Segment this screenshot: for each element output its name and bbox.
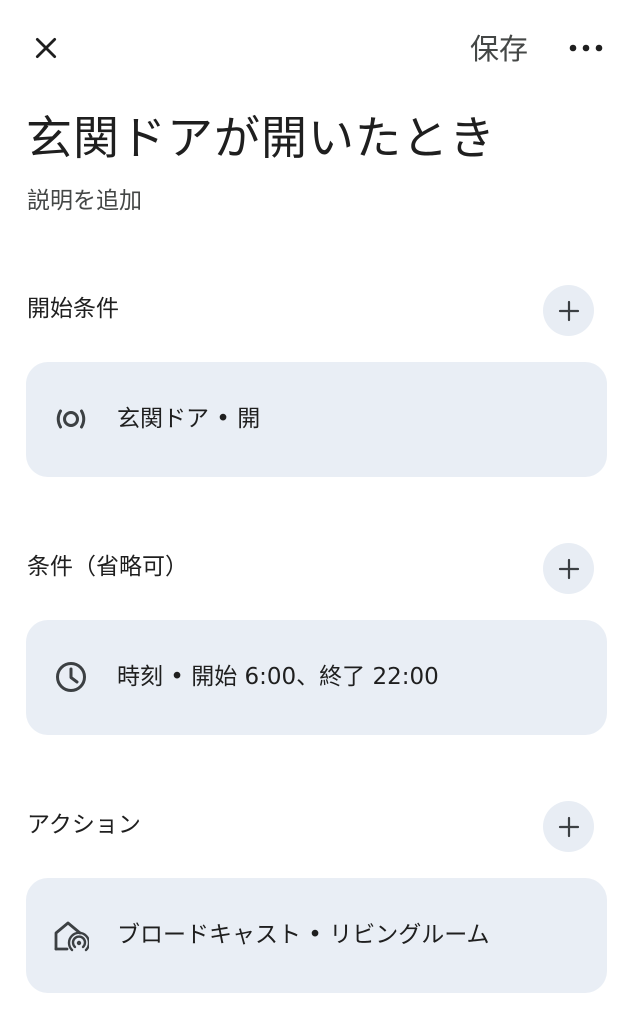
add-action-button[interactable] xyxy=(543,801,594,852)
sensor-icon xyxy=(52,400,90,438)
condition-card[interactable]: 時刻 • 開始 6:00、終了 22:00 xyxy=(26,620,607,735)
home-broadcast-icon xyxy=(52,916,90,954)
add-condition-button[interactable] xyxy=(543,543,594,594)
section-label-conditions: 条件（省略可） xyxy=(27,554,188,580)
section-label-actions: アクション xyxy=(27,812,141,838)
action-card[interactable]: ブロードキャスト • リビングルーム xyxy=(26,878,607,993)
plus-icon xyxy=(558,300,579,321)
save-button[interactable]: 保存 xyxy=(458,22,540,72)
clock-icon xyxy=(52,658,90,696)
top-app-bar: 保存 xyxy=(0,0,633,96)
starter-text: 玄関ドア • 開 xyxy=(117,406,261,432)
close-button[interactable] xyxy=(22,24,70,72)
plus-icon xyxy=(558,816,579,837)
description-input[interactable]: 説明を追加 xyxy=(27,184,142,218)
action-text: ブロードキャスト • リビングルーム xyxy=(117,922,490,948)
condition-text: 時刻 • 開始 6:00、終了 22:00 xyxy=(117,664,439,690)
more-options-button[interactable] xyxy=(562,24,610,72)
section-label-starters: 開始条件 xyxy=(27,296,119,322)
starter-card[interactable]: 玄関ドア • 開 xyxy=(26,362,607,477)
plus-icon xyxy=(558,558,579,579)
more-horiz-icon xyxy=(569,44,603,52)
close-icon xyxy=(35,37,57,59)
automation-title[interactable]: 玄関ドアが開いたとき xyxy=(26,106,496,170)
add-starter-button[interactable] xyxy=(543,285,594,336)
